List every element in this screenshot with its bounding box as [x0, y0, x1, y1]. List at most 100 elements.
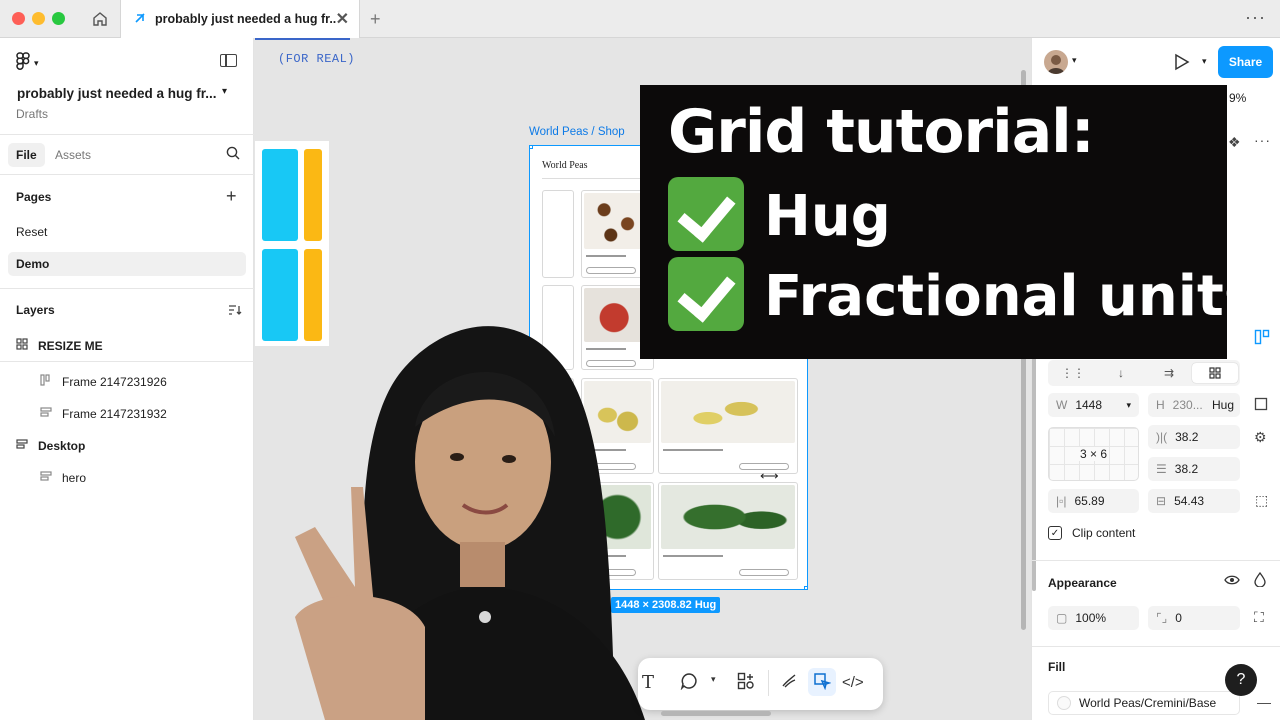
- horizontal-padding-icon: |▫|: [1056, 494, 1067, 508]
- selection-line: [255, 38, 350, 40]
- divider: [0, 361, 254, 362]
- horizontal-padding-value: 65.89: [1074, 494, 1105, 508]
- height-value: 230...: [1172, 398, 1203, 412]
- height-field[interactable]: H 230... Hug: [1148, 393, 1240, 417]
- appearance-title: Appearance: [1048, 576, 1117, 590]
- text-tool-icon[interactable]: T: [642, 672, 654, 693]
- layer-label: Desktop: [38, 438, 86, 453]
- rows-icon: [40, 470, 52, 485]
- more-options-icon[interactable]: ···: [1254, 132, 1271, 148]
- blend-mode-icon[interactable]: [1254, 571, 1266, 590]
- visibility-eye-icon[interactable]: [1224, 573, 1240, 589]
- layout-freeform-icon[interactable]: ⋮⋮: [1050, 363, 1096, 383]
- divider: [0, 174, 254, 175]
- resize-handle[interactable]: [804, 586, 807, 589]
- layout-vertical-icon[interactable]: ↓: [1098, 363, 1144, 383]
- tab-assets[interactable]: Assets: [55, 148, 91, 162]
- layout-wrap-icon[interactable]: ⇉: [1146, 363, 1192, 383]
- file-name[interactable]: probably just needed a hug fr...: [17, 86, 217, 101]
- layer-item-frame-1926[interactable]: Frame 2147231926: [40, 374, 167, 389]
- height-label: H: [1156, 398, 1165, 412]
- sort-layers-icon[interactable]: [228, 303, 242, 321]
- help-button[interactable]: ?: [1225, 664, 1257, 696]
- width-field[interactable]: W 1448 ▾: [1048, 393, 1139, 417]
- individual-corners-icon[interactable]: ⛶: [1254, 609, 1264, 626]
- shop-logo: World Peas: [542, 160, 588, 171]
- dev-mode-icon[interactable]: </>: [842, 674, 864, 691]
- actions-icon[interactable]: [737, 672, 755, 695]
- frame-name-label[interactable]: World Peas / Shop: [529, 126, 625, 138]
- canvas-annotation: (FOR REAL): [278, 52, 356, 66]
- close-tab-icon[interactable]: ✕: [336, 9, 349, 29]
- main-menu-button[interactable]: ▾: [16, 52, 39, 75]
- layout-settings-icon[interactable]: ⚙: [1254, 429, 1267, 446]
- add-page-icon[interactable]: +: [226, 186, 237, 207]
- rows-icon: [40, 406, 52, 421]
- row-gap-field[interactable]: ☰ 38.2: [1148, 457, 1240, 481]
- opacity-field[interactable]: ▢ 100%: [1048, 606, 1139, 630]
- title-bar: probably just needed a hug fr... ✕ + ···: [0, 0, 1280, 38]
- columns-icon: [40, 374, 52, 389]
- horizontal-scrollbar[interactable]: [661, 711, 771, 716]
- grid-size: 3 × 6: [1077, 447, 1110, 461]
- resize-handle[interactable]: [530, 146, 533, 149]
- chevron-down-icon[interactable]: ▾: [1202, 56, 1207, 67]
- vertical-padding-field[interactable]: ⊟ 54.43: [1148, 489, 1240, 513]
- opacity-icon: ▢: [1056, 611, 1068, 625]
- horizontal-padding-field[interactable]: |▫| 65.89: [1048, 489, 1139, 513]
- layer-label: RESIZE ME: [38, 338, 103, 353]
- close-window-button[interactable]: [12, 12, 25, 25]
- more-menu-button[interactable]: ···: [1245, 7, 1266, 28]
- design-file-icon: [133, 11, 147, 28]
- remove-fill-icon[interactable]: —: [1257, 694, 1271, 710]
- product-text: [663, 555, 723, 557]
- component-icon[interactable]: ❖: [1228, 134, 1241, 151]
- add-to-basket-button: [586, 267, 636, 274]
- chevron-down-icon[interactable]: ▾: [1072, 55, 1077, 66]
- document-tab-label: probably just needed a hug fr...: [155, 12, 336, 26]
- home-icon[interactable]: [88, 8, 112, 30]
- file-location[interactable]: Drafts: [16, 107, 48, 121]
- draw-mode-icon[interactable]: [780, 672, 798, 695]
- product-text: [586, 255, 626, 257]
- clip-content-checkbox[interactable]: ✓: [1048, 526, 1062, 540]
- resize-to-fit-icon[interactable]: [1254, 397, 1268, 414]
- overlay-title: Grid tutorial:: [668, 97, 1095, 167]
- minimize-window-button[interactable]: [32, 12, 45, 25]
- zoom-level[interactable]: 9%: [1229, 91, 1246, 105]
- page-item-reset[interactable]: Reset: [8, 220, 246, 244]
- tab-file[interactable]: File: [8, 143, 45, 167]
- chevron-down-icon[interactable]: ▾: [222, 86, 227, 97]
- overlay-item-label: Hug: [764, 184, 891, 250]
- product-image: [661, 485, 795, 549]
- layer-item-desktop[interactable]: Desktop: [16, 438, 85, 453]
- sidebar-toggle-icon[interactable]: [220, 54, 237, 67]
- comment-tool-icon[interactable]: [680, 672, 698, 695]
- avatar[interactable]: [1044, 50, 1068, 74]
- vertical-padding-icon: ⊟: [1156, 494, 1167, 508]
- product-text: [663, 449, 723, 451]
- layer-label: hero: [62, 470, 87, 485]
- column-gap-field[interactable]: )|( 38.2: [1148, 425, 1240, 449]
- present-icon[interactable]: [1174, 53, 1190, 76]
- layers-title: Layers: [16, 303, 55, 317]
- individual-padding-icon[interactable]: ⬚: [1255, 492, 1268, 509]
- new-tab-button[interactable]: +: [370, 9, 381, 30]
- share-button[interactable]: Share: [1218, 46, 1273, 78]
- grid-size-picker[interactable]: 3 × 6: [1048, 427, 1139, 481]
- fill-style-field[interactable]: World Peas/Cremini/Base: [1048, 691, 1240, 715]
- document-tab[interactable]: probably just needed a hug fr... ✕: [120, 0, 360, 38]
- layer-item-frame-1932[interactable]: Frame 2147231932: [40, 406, 167, 421]
- maximize-window-button[interactable]: [52, 12, 65, 25]
- layout-grid-icon[interactable]: [1192, 363, 1238, 383]
- corner-radius-field[interactable]: ⌜⌟ 0: [1148, 606, 1240, 630]
- layer-item-resize-me[interactable]: RESIZE ME: [16, 338, 103, 353]
- page-item-demo[interactable]: Demo: [8, 252, 246, 276]
- chevron-down-icon[interactable]: ▾: [711, 674, 716, 685]
- design-mode-icon[interactable]: [813, 672, 832, 695]
- corner-radius-value: 0: [1175, 611, 1182, 625]
- check-mark-icon: [668, 177, 744, 251]
- layer-item-hero[interactable]: hero: [40, 470, 86, 485]
- vertical-padding-value: 54.43: [1174, 494, 1205, 508]
- search-icon[interactable]: [226, 146, 240, 165]
